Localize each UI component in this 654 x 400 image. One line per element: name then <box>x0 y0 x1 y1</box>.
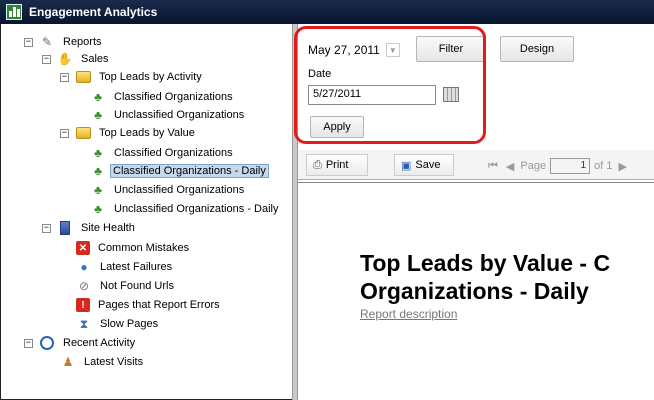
tree-node-pages-report-errors[interactable]: ! Pages that Report Errors <box>76 296 224 314</box>
tree-label: Latest Failures <box>100 261 173 273</box>
tree-label: Reports <box>63 36 102 48</box>
report-icon: ♣ <box>94 146 102 160</box>
collapse-icon[interactable]: − <box>24 37 33 47</box>
floppy-disk-icon: ▣ <box>401 159 412 172</box>
tree-label: Classified Organizations <box>114 91 233 103</box>
tree-node-tlv-classified-daily[interactable]: ♣ Classified Organizations - Daily <box>90 162 269 180</box>
tree-label: Recent Activity <box>63 337 136 349</box>
user-icon: ♟ <box>62 355 74 369</box>
collapse-icon[interactable]: − <box>60 72 69 82</box>
report-title-line1: Top Leads by Value - C <box>360 250 611 276</box>
pager: ⏮ ◀ Page 1 of 1 ▶ <box>488 158 627 174</box>
report-toolbar: ⎙ Print ▣ Save ⏮ ◀ Page 1 of 1 ▶ <box>298 150 654 180</box>
tree-node-reports[interactable]: − ✎ Reports <box>24 33 106 51</box>
tree-node-top-leads-activity[interactable]: − Top Leads by Activity <box>60 68 206 86</box>
report-icon: ♣ <box>94 202 102 216</box>
recent-activity-icon <box>39 335 55 351</box>
tree-node-site-health[interactable]: − Site Health <box>42 219 139 237</box>
tree-node-top-leads-value[interactable]: − Top Leads by Value <box>60 124 199 142</box>
folder-icon <box>75 69 91 85</box>
tree-node-tlv-unclassified-daily[interactable]: ♣ Unclassified Organizations - Daily <box>90 200 282 218</box>
tree-node-tla-unclassified[interactable]: ♣ Unclassified Organizations <box>90 106 248 124</box>
tree-node-latest-visits[interactable]: ♟ Latest Visits <box>60 353 147 371</box>
print-label: Print <box>325 159 349 171</box>
printer-icon: ⎙ <box>313 158 322 171</box>
collapse-icon[interactable]: − <box>42 54 51 64</box>
site-health-icon <box>57 220 73 236</box>
window-titlebar: Engagement Analytics <box>0 0 654 24</box>
report-viewer: Top Leads by Value - C Organizations - D… <box>298 182 654 400</box>
report-description-link[interactable]: Report description <box>360 307 457 321</box>
tree-label: Sales <box>81 53 109 65</box>
print-button[interactable]: ⎙ Print <box>306 154 368 176</box>
analytics-app-icon <box>6 4 22 20</box>
save-button[interactable]: ▣ Save <box>394 154 454 176</box>
report-icon: ♣ <box>94 108 102 122</box>
previous-page-icon[interactable]: ◀ <box>506 160 514 173</box>
error-x-icon: ✕ <box>76 241 90 255</box>
first-page-icon[interactable]: ⏮ <box>488 160 498 173</box>
tree-node-recent-activity[interactable]: − Recent Activity <box>24 334 139 352</box>
tree-node-tlv-unclassified[interactable]: ♣ Unclassified Organizations <box>90 181 248 199</box>
sales-icon: ✋ <box>57 52 73 66</box>
page-number-input[interactable]: 1 <box>550 158 591 174</box>
report-title-line2: Organizations - Daily <box>360 278 589 304</box>
tree-label: Common Mistakes <box>98 242 190 254</box>
hourglass-icon: ⧗ <box>79 316 89 331</box>
save-label: Save <box>415 159 441 171</box>
page-error-icon: ! <box>76 298 90 312</box>
tree-label: Classified Organizations - Daily <box>110 164 269 178</box>
tree-label: Pages that Report Errors <box>98 299 220 311</box>
tree-node-sales[interactable]: − ✋ Sales <box>42 50 113 68</box>
collapse-icon[interactable]: − <box>60 128 69 138</box>
highlight-annotation <box>294 26 486 144</box>
tree-node-tla-classified[interactable]: ♣ Classified Organizations <box>90 88 237 106</box>
tree-node-common-mistakes[interactable]: ✕ Common Mistakes <box>76 239 193 257</box>
folder-icon <box>75 125 91 141</box>
report-icon: ♣ <box>94 164 102 178</box>
reports-icon: ✎ <box>41 35 53 49</box>
tree-label: Unclassified Organizations <box>114 109 245 121</box>
tree-label: Not Found Urls <box>100 280 174 292</box>
window-title: Engagement Analytics <box>29 5 158 19</box>
tree-label: Latest Visits <box>84 356 144 368</box>
report-icon: ♣ <box>94 183 102 197</box>
tree-label: Site Health <box>81 222 135 234</box>
collapse-icon[interactable]: − <box>42 223 51 233</box>
page-label: Page <box>520 160 547 172</box>
tree-label: Classified Organizations <box>114 147 233 159</box>
tree-label: Unclassified Organizations - Daily <box>114 203 279 215</box>
tree-node-tlv-classified[interactable]: ♣ Classified Organizations <box>90 144 237 162</box>
tree-label: Top Leads by Activity <box>99 71 202 83</box>
tree-node-not-found-urls[interactable]: ⊘ Not Found Urls <box>76 277 178 295</box>
page-count: of 1 <box>594 160 613 172</box>
tree-label: Unclassified Organizations <box>114 184 245 196</box>
tree-node-latest-failures[interactable]: ● Latest Failures <box>76 258 176 276</box>
tree-label: Slow Pages <box>100 318 159 330</box>
broken-link-icon: ⊘ <box>78 279 90 293</box>
report-tree[interactable]: − ✎ Reports − ✋ Sales − Top Leads by Act… <box>2 26 292 398</box>
tree-label: Top Leads by Value <box>99 127 195 139</box>
report-icon: ♣ <box>94 90 102 104</box>
design-button[interactable]: Design <box>500 36 574 62</box>
message-bubble-icon: ● <box>80 260 88 274</box>
next-page-icon[interactable]: ▶ <box>618 160 626 173</box>
tree-node-slow-pages[interactable]: ⧗ Slow Pages <box>76 315 162 333</box>
report-title: Top Leads by Value - C Organizations - D… <box>360 249 654 305</box>
collapse-icon[interactable]: − <box>24 338 33 348</box>
